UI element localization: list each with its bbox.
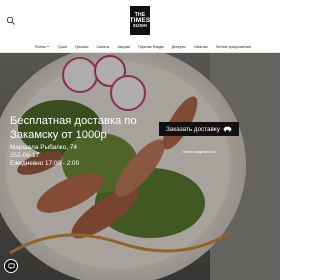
nav-item-snacks[interactable]: Закуски — [117, 45, 130, 49]
logo-line-3: SUSHI — [132, 23, 148, 29]
nav-item-label: Летние предложения — [215, 44, 251, 49]
chat-icon — [7, 262, 15, 269]
nav-item-hot-dishes[interactable]: Горячие блюда — [138, 45, 163, 49]
order-delivery-button[interactable]: Заказать доставку — [159, 122, 239, 136]
hours-text: Ежедневно 17:00 - 2:00 — [10, 160, 80, 168]
search-icon[interactable] — [6, 13, 16, 25]
nav-item-label: Салаты — [96, 44, 110, 49]
nav-item-rolls[interactable]: Роллы — [35, 44, 50, 49]
phone-text[interactable]: 252-06-17 — [10, 152, 79, 160]
chat-button[interactable] — [4, 259, 18, 273]
nav-item-label: Суши — [57, 44, 67, 49]
address-text: Маршала Рыбалко, 74 — [10, 144, 77, 151]
nav-item-label: Напитки — [193, 44, 208, 49]
nav-item-label: Закуски — [117, 44, 131, 49]
nav-item-drinks[interactable]: Напитки — [194, 45, 208, 49]
nav-item-label: Горячие блюда — [138, 44, 164, 49]
hero-contact-info: Маршала Рыбалко, 74 252-06-17 Ежедневно … — [10, 144, 79, 169]
chevron-down-icon — [47, 46, 50, 47]
logo[interactable]: THE TIMES SUSHI — [130, 6, 150, 35]
nav-item-label: Гунканы — [74, 44, 89, 49]
main-nav: Роллы Суши Гунканы Салаты Закуски Горячи… — [0, 40, 280, 53]
hero-banner: Бесплатная доставка по Закамску от 1000р… — [0, 53, 280, 280]
nav-item-summer-offers[interactable]: Летние предложения — [216, 45, 251, 49]
order-delivery-label: Заказать доставку — [166, 125, 220, 133]
nav-item-gunkans[interactable]: Гунканы — [75, 45, 89, 49]
car-icon — [223, 126, 232, 132]
learn-more-link[interactable]: Узнать подробности — [159, 150, 239, 154]
nav-item-salads[interactable]: Салаты — [96, 45, 109, 49]
nav-item-label: Роллы — [35, 44, 46, 49]
hero-title: Бесплатная доставка по Закамску от 1000р — [10, 115, 137, 141]
nav-item-label: Десерты — [171, 44, 186, 49]
site-header: THE TIMES SUSHI — [0, 0, 280, 38]
nav-item-sushi[interactable]: Суши — [57, 45, 66, 49]
nav-item-desserts[interactable]: Десерты — [171, 45, 185, 49]
